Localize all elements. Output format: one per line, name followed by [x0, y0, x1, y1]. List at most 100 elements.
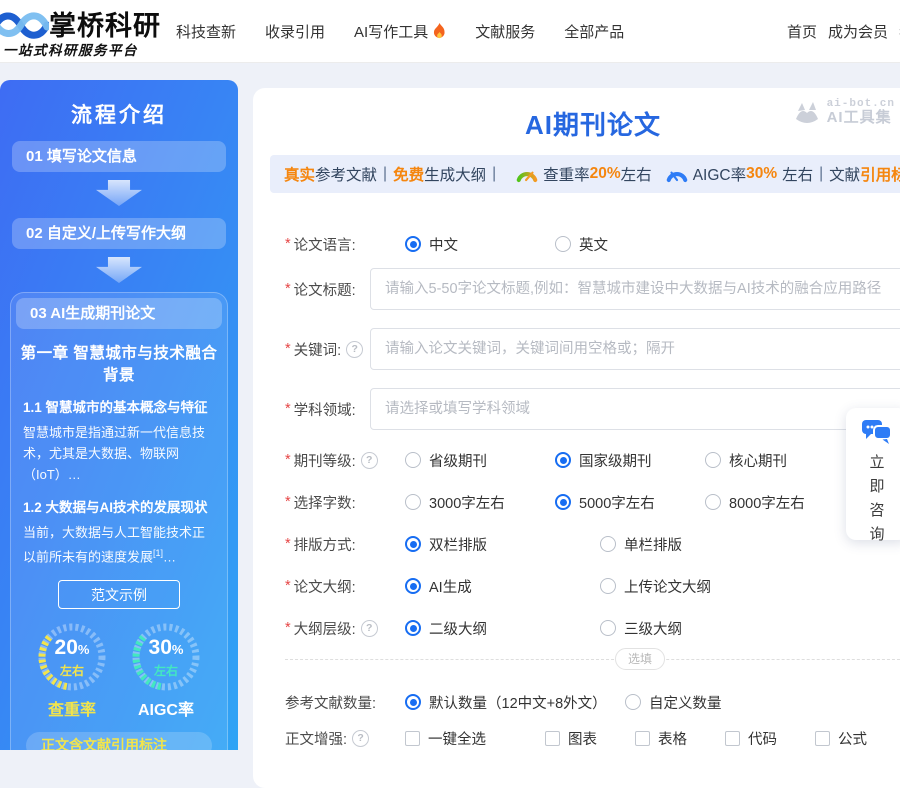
help-icon[interactable]: ?	[346, 341, 363, 358]
radio-icon[interactable]	[600, 578, 616, 594]
row-reference-count: 参考文献数量: 默认数量（12中文+8外文） 自定义数量	[285, 690, 900, 714]
radio-words-5000[interactable]: 5000字左右	[555, 492, 705, 513]
sidebar-title: 流程介绍	[0, 99, 238, 129]
checkbox-icon[interactable]	[635, 731, 650, 746]
paper-title-input[interactable]	[370, 268, 900, 310]
down-arrow-icon	[96, 180, 142, 206]
ai-journal-form-card: ai-bot.cn AI工具集 AI期刊论文 真实参考文献 | 免费生成大纲 |…	[253, 88, 900, 788]
plagiarism-rate-value: 20%	[36, 636, 108, 660]
radio-icon[interactable]	[555, 494, 571, 510]
watermark-name: AI工具集	[827, 110, 895, 127]
radio-refs-default[interactable]: 默认数量（12中文+8外文）	[405, 692, 625, 713]
radio-depth-two-level[interactable]: 二级大纲	[405, 618, 600, 639]
nav-ai-writing[interactable]: AI写作工具	[354, 21, 446, 42]
radio-level-provincial[interactable]: 省级期刊	[405, 450, 555, 471]
help-icon[interactable]: ?	[352, 730, 369, 747]
radio-icon[interactable]	[625, 694, 641, 710]
step-2-outline[interactable]: 02 自定义/上传写作大纲	[12, 218, 226, 249]
nav-become-member[interactable]: 成为会员	[828, 21, 888, 42]
feature-citation-badge[interactable]: 正文含文献引用标注	[26, 732, 212, 750]
plagiarism-rate-approx: 左右	[36, 662, 108, 679]
row-journal-level: *期刊等级:? 省级期刊 国家级期刊 核心期刊	[285, 448, 900, 472]
plagiarism-rate-label: 查重率	[33, 696, 111, 720]
plagiarism-rate-gauge: 20% 左右 查重率	[33, 621, 111, 720]
row-outline-source: *论文大纲: AI生成 上传论文大纲	[285, 574, 900, 598]
radio-layout-one-column[interactable]: 单栏排版	[600, 534, 682, 555]
checkbox-tables[interactable]: 表格	[635, 728, 725, 749]
aigc-rate-approx: 左右	[130, 662, 202, 679]
keywords-input[interactable]	[370, 328, 900, 370]
preview-chapter-title: 第一章 智慧城市与技术融合背景	[16, 341, 222, 385]
logo-title: 掌桥科研	[49, 4, 161, 43]
row-text-enhance: 正文增强:? 一键全选 图表 表格 代码 公式	[285, 726, 900, 750]
sample-paper-button[interactable]: 范文示例	[58, 580, 180, 609]
radio-icon[interactable]	[405, 536, 421, 552]
radio-words-8000[interactable]: 8000字左右	[705, 492, 805, 513]
user-nav: 首页 成为会员 我的	[787, 0, 900, 62]
radio-level-core[interactable]: 核心期刊	[705, 450, 787, 471]
optional-divider: 选填	[285, 659, 900, 660]
row-word-count: *选择字数: 3000字左右 5000字左右 8000字左右	[285, 490, 900, 514]
field-label: 论文标题:	[294, 279, 356, 300]
checkbox-icon[interactable]	[725, 731, 740, 746]
aigc-rate-gauge: 30% 左右 AIGC率	[127, 621, 205, 720]
preview-section-2-title: 1.2 大数据与AI技术的发展现状	[23, 496, 215, 516]
step-1-fill-info[interactable]: 01 填写论文信息	[12, 141, 226, 172]
watermark: ai-bot.cn AI工具集	[793, 98, 895, 127]
nav-home[interactable]: 首页	[787, 21, 817, 42]
nav-literature[interactable]: 文献服务	[475, 21, 535, 42]
radio-layout-two-column[interactable]: 双栏排版	[405, 534, 600, 555]
radio-icon[interactable]	[405, 620, 421, 636]
radio-depth-three-level[interactable]: 三级大纲	[600, 618, 682, 639]
checkbox-icon[interactable]	[545, 731, 560, 746]
radio-icon[interactable]	[405, 236, 421, 252]
checkbox-icon[interactable]	[405, 731, 420, 746]
subject-area-input[interactable]	[370, 388, 900, 430]
logo[interactable]: 掌桥科研 一站式科研服务平台	[0, 2, 175, 62]
field-label: 期刊等级:	[294, 450, 356, 471]
step-3-generate[interactable]: 03 AI生成期刊论文	[16, 298, 222, 329]
aigc-rate-value: 30%	[130, 636, 202, 660]
process-sidebar: 流程介绍 01 填写论文信息 02 自定义/上传写作大纲 03 AI生成期刊论文…	[0, 80, 238, 750]
step-3-panel: 03 AI生成期刊论文 第一章 智慧城市与技术融合背景 1.1 智慧城市的基本概…	[10, 292, 228, 750]
radio-icon[interactable]	[405, 578, 421, 594]
radio-icon[interactable]	[705, 494, 721, 510]
radio-icon[interactable]	[600, 620, 616, 636]
radio-icon[interactable]	[555, 452, 571, 468]
field-label: 论文语言:	[294, 234, 356, 255]
field-label: 参考文献数量:	[285, 692, 376, 713]
preview-section-1-text: 智慧城市是指通过新一代信息技术，尤其是大数据、物联网（IoT）…	[23, 422, 215, 485]
checkbox-formula[interactable]: 公式	[815, 728, 867, 749]
checkbox-icon[interactable]	[815, 731, 830, 746]
radio-refs-custom[interactable]: 自定义数量	[625, 692, 722, 713]
chat-bubbles-icon	[861, 418, 893, 446]
radio-outline-upload[interactable]: 上传论文大纲	[600, 576, 711, 597]
radio-icon[interactable]	[405, 694, 421, 710]
help-icon[interactable]: ?	[361, 620, 378, 637]
preview-section-1-title: 1.1 智慧城市的基本概念与特征	[23, 396, 215, 416]
radio-language-chinese[interactable]: 中文	[405, 234, 555, 255]
radio-words-3000[interactable]: 3000字左右	[405, 492, 555, 513]
checkbox-code[interactable]: 代码	[725, 728, 815, 749]
nav-all-products[interactable]: 全部产品	[564, 21, 624, 42]
radio-icon[interactable]	[555, 236, 571, 252]
checkbox-charts[interactable]: 图表	[545, 728, 635, 749]
radio-icon[interactable]	[405, 494, 421, 510]
radio-outline-ai[interactable]: AI生成	[405, 576, 600, 597]
radio-language-english[interactable]: 英文	[555, 234, 608, 255]
field-label: 关键词:	[294, 339, 342, 360]
help-icon[interactable]: ?	[361, 452, 378, 469]
nav-tech-novelty[interactable]: 科技查新	[176, 21, 236, 42]
nav-citation[interactable]: 收录引用	[265, 21, 325, 42]
row-paper-title: *论文标题:	[285, 268, 900, 310]
radio-icon[interactable]	[705, 452, 721, 468]
speedometer-blue-icon	[666, 166, 688, 183]
consult-widget[interactable]: 立 即 咨 询	[846, 408, 900, 540]
radio-icon[interactable]	[600, 536, 616, 552]
paper-form: *论文语言: 中文 英文 *论文标题: *关键词:? *学科领域: *期刊等级:…	[285, 232, 900, 750]
main-nav: 科技查新 收录引用 AI写作工具 文献服务 全部产品	[176, 0, 624, 62]
radio-level-national[interactable]: 国家级期刊	[555, 450, 705, 471]
checkbox-select-all[interactable]: 一键全选	[405, 728, 545, 749]
radio-icon[interactable]	[405, 452, 421, 468]
paw-icon	[793, 99, 821, 125]
